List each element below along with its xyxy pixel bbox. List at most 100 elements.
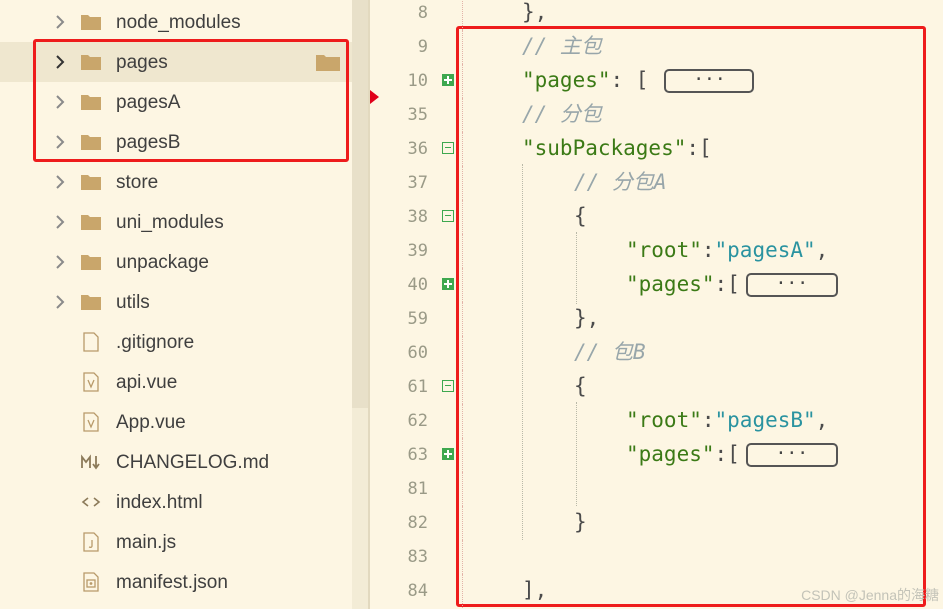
tree-item-label: pages <box>116 52 168 73</box>
fold-gutter-line <box>462 574 463 608</box>
fold-gutter-line <box>462 302 463 336</box>
vue-file-icon <box>80 412 102 432</box>
code-text: "pages":[··· <box>626 440 838 468</box>
code-text: { <box>574 202 587 230</box>
folder-icon <box>80 92 102 112</box>
json-string: "pagesB" <box>714 408 816 432</box>
fold-gutter-line <box>462 0 463 30</box>
code-text: } <box>574 508 587 536</box>
punctuation: , <box>815 408 829 432</box>
code-line[interactable]: 63 "pages":[··· <box>370 438 943 472</box>
chevron-right-icon[interactable] <box>52 94 68 110</box>
punctuation: } <box>574 510 587 534</box>
punctuation: }, <box>522 0 548 24</box>
code-line[interactable]: 82} <box>370 506 943 540</box>
punctuation: : <box>701 238 715 262</box>
tree-item-store[interactable]: store <box>0 162 352 202</box>
chevron-right-icon[interactable] <box>52 134 68 150</box>
tree-item-label: utils <box>116 292 150 313</box>
tree-item-label: uni_modules <box>116 212 224 233</box>
json-key: "root" <box>626 238 702 262</box>
fold-collapse-icon[interactable] <box>442 380 454 392</box>
tree-item-app-vue[interactable]: App.vue <box>0 402 352 442</box>
tree-item-label: App.vue <box>116 412 186 433</box>
line-number: 63 <box>407 445 428 465</box>
code-line[interactable]: 9 // 主包 <box>370 30 943 64</box>
code-line[interactable]: 39 "root":"pagesA", <box>370 234 943 268</box>
code-text: "subPackages":[ <box>522 134 712 162</box>
open-folder-icon[interactable] <box>315 52 341 72</box>
code-line[interactable]: 84], <box>370 574 943 608</box>
code-line[interactable]: 60 // 包B <box>370 336 943 370</box>
code-line[interactable]: 35 // 分包 <box>370 98 943 132</box>
tree-item-main-js[interactable]: main.js <box>0 522 352 562</box>
tree-item-node-modules[interactable]: node_modules <box>0 2 352 42</box>
tree-item-gitignore[interactable]: .gitignore <box>0 322 352 362</box>
code-line[interactable]: 59}, <box>370 302 943 336</box>
collapsed-region-button[interactable]: ··· <box>745 273 838 297</box>
line-number: 82 <box>407 513 428 533</box>
tree-item-label: api.vue <box>116 372 178 393</box>
collapsed-region-button[interactable]: ··· <box>745 443 838 467</box>
chevron-right-icon[interactable] <box>52 294 68 310</box>
tree-item-pagesa[interactable]: pagesA <box>0 82 352 122</box>
tree-item-utils[interactable]: utils <box>0 282 352 322</box>
indent-guide-package-a <box>576 232 577 304</box>
code-line[interactable]: 36 "subPackages":[ <box>370 132 943 166</box>
file-icon <box>80 332 102 352</box>
tree-item-index-html[interactable]: index.html <box>0 482 352 522</box>
line-number: 81 <box>407 479 428 499</box>
code-line[interactable]: 10 "pages": [··· <box>370 64 943 98</box>
folder-icon <box>80 12 102 32</box>
tree-item-manifest-json[interactable]: manifest.json <box>0 562 352 602</box>
tree-item-api-vue[interactable]: api.vue <box>0 362 352 402</box>
line-number: 10 <box>407 71 428 91</box>
fold-expand-icon[interactable] <box>442 74 454 86</box>
code-line[interactable]: 38 { <box>370 200 943 234</box>
punctuation: :[ <box>714 272 740 296</box>
code-comment: // 分包A <box>574 170 667 194</box>
fold-gutter-line <box>462 268 463 302</box>
chevron-right-icon[interactable] <box>52 54 68 70</box>
code-line[interactable]: 37 // 分包A <box>370 166 943 200</box>
tree-item-label: unpackage <box>116 252 209 273</box>
line-number: 62 <box>407 411 428 431</box>
code-line[interactable]: 8}, <box>370 0 943 30</box>
punctuation: { <box>574 204 587 228</box>
code-text: // 分包 <box>522 100 602 128</box>
fold-expand-icon[interactable] <box>442 278 454 290</box>
tree-item-label: .gitignore <box>116 332 195 353</box>
code-text: // 主包 <box>522 32 602 60</box>
tree-item-uni-modules[interactable]: uni_modules <box>0 202 352 242</box>
tree-item-pagesb[interactable]: pagesB <box>0 122 352 162</box>
vue-file-icon <box>80 372 102 392</box>
indent-guide-subpackages <box>522 164 523 540</box>
line-number: 40 <box>407 275 428 295</box>
chevron-right-icon[interactable] <box>52 14 68 30</box>
collapsed-region-button[interactable]: ··· <box>664 69 755 93</box>
folder-icon <box>80 252 102 272</box>
chevron-right-icon[interactable] <box>52 214 68 230</box>
file-tree-scrollbar-thumb[interactable] <box>352 0 368 408</box>
tree-item-changelog-md[interactable]: CHANGELOG.md <box>0 442 352 482</box>
fold-collapse-icon[interactable] <box>442 210 454 222</box>
code-text: // 分包A <box>574 168 667 196</box>
fold-expand-icon[interactable] <box>442 448 454 460</box>
chevron-right-icon[interactable] <box>52 254 68 270</box>
folder-icon <box>80 52 102 72</box>
code-line[interactable]: 61 { <box>370 370 943 404</box>
code-text: }, <box>522 0 547 26</box>
fold-collapse-icon[interactable] <box>442 142 454 154</box>
tree-item-label: pagesB <box>116 132 181 153</box>
line-number: 35 <box>407 105 428 125</box>
tree-item-unpackage[interactable]: unpackage <box>0 242 352 282</box>
code-line[interactable]: 40 "pages":[··· <box>370 268 943 302</box>
code-line[interactable]: 62 "root":"pagesB", <box>370 404 943 438</box>
code-line[interactable]: 83 <box>370 540 943 574</box>
folder-icon <box>80 292 102 312</box>
punctuation: :[ <box>714 442 740 466</box>
code-line[interactable]: 81 <box>370 472 943 506</box>
tree-item-pages[interactable]: pages <box>0 42 352 82</box>
fold-gutter-line <box>462 370 463 404</box>
chevron-right-icon[interactable] <box>52 174 68 190</box>
